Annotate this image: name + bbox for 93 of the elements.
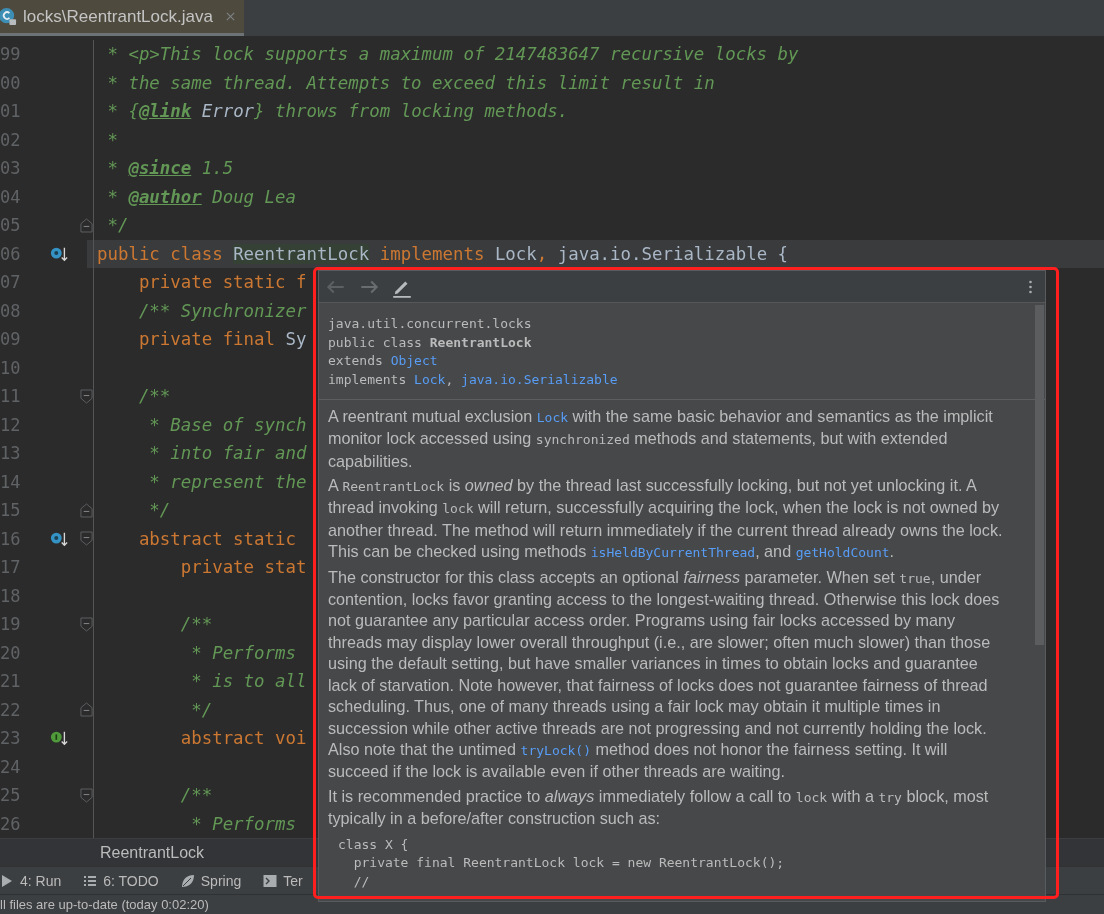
doc-paragraph: A reentrant mutual exclusion Lock with the same basic behavior and semantics as the implicit monitor lock accessed using synchronized methods and statements, but with extended capabilities. [328, 405, 994, 472]
line-number: 17 [0, 557, 22, 578]
doc-link[interactable]: java.io.Serializable [461, 372, 618, 388]
tool-window-button[interactable]: 6: TODO [83, 870, 161, 891]
status-message: ll files are up-to-date (today 0:02:20) [0, 897, 209, 913]
line-number: 20 [0, 642, 22, 663]
doc-link[interactable]: Object [390, 353, 438, 369]
fold-marker-icon[interactable] [80, 702, 93, 718]
doc-paragraph: It is recommended practice to always immediately follow a call to lock with a try block, most typically in a before/after construction such as: [328, 785, 990, 830]
code-example-line: class X { [338, 835, 410, 854]
play-icon [0, 873, 14, 888]
code-line: * [106, 129, 118, 150]
doc-link[interactable]: Lock [536, 409, 569, 425]
line-number: 01 [0, 101, 22, 122]
line-number: 21 [0, 671, 22, 692]
line-number: 14 [0, 471, 22, 492]
code-line: * @since 1.5 [106, 158, 234, 179]
code-line: abstract static [137, 528, 296, 549]
line-number: 00 [0, 72, 22, 93]
fold-marker-icon[interactable] [80, 388, 93, 404]
line-number: 26 [0, 813, 22, 834]
line-number: 06 [0, 243, 22, 264]
class-file-icon [0, 7, 17, 26]
code-line: /** [137, 386, 171, 407]
line-number: 09 [0, 329, 22, 350]
code-line: private stat [179, 557, 307, 578]
doc-link[interactable]: isHeldByCurrentThread [590, 545, 756, 561]
line-number: 04 [0, 186, 22, 207]
code-line: * represent the [148, 471, 307, 492]
line-number: 05 [0, 215, 22, 236]
fold-marker-icon[interactable] [80, 502, 93, 518]
line-number: 19 [0, 614, 22, 635]
line-number: 25 [0, 785, 22, 806]
doc-link[interactable]: getHoldCount [795, 545, 890, 561]
line-number: 99 [0, 44, 22, 65]
code-line: * <p>This lock supports a maximum of 2147483647 recursive locks by [106, 44, 799, 65]
code-line: * Performs [190, 813, 296, 834]
tool-window-button[interactable]: Ter [263, 870, 305, 891]
code-line: private final Sy [137, 329, 307, 350]
more-options-icon[interactable] [1028, 278, 1033, 295]
breadcrumb[interactable]: ReentrantLock [100, 843, 205, 862]
code-line: abstract voi [179, 728, 307, 749]
line-number: 24 [0, 756, 22, 777]
line-number: 13 [0, 443, 22, 464]
line-number: 16 [0, 528, 22, 549]
editor-tab[interactable]: locks\ReentrantLock.java [0, 0, 244, 36]
terminal-icon [263, 873, 278, 888]
line-number: 02 [0, 129, 22, 150]
circle-arrow-icon[interactable] [50, 729, 68, 748]
code-line: public class ReentrantLock implements Lock, java.io.Serializable { [97, 243, 789, 264]
signature-line: java.util.concurrent.locks [328, 315, 533, 333]
code-line: * the same thread. Attempts to exceed this limit result in [106, 72, 715, 93]
code-line: /** [179, 785, 213, 806]
code-line: * {@link Error} throws from locking methods. [106, 101, 569, 122]
fold-marker-icon[interactable] [80, 787, 93, 803]
line-number: 10 [0, 357, 22, 378]
line-number: 18 [0, 585, 22, 606]
line-number: 22 [0, 699, 22, 720]
tool-window-button[interactable]: 4: Run [0, 870, 64, 891]
line-number: 12 [0, 414, 22, 435]
line-number: 08 [0, 300, 22, 321]
code-line: /** Synchronizer [137, 300, 307, 321]
code-line: * Performs [190, 642, 296, 663]
code-line: /** [179, 614, 213, 635]
signature-line: extends Object [328, 352, 439, 371]
line-number: 11 [0, 386, 22, 407]
code-example-line: // [352, 872, 371, 891]
code-line: * @author Doug Lea [106, 186, 296, 207]
doc-paragraph: A ReentrantLock is owned by the thread last successfully locking, but not yet unlocking it. A thread invoking lock will return, successfully acquiring the lock, when the lock is not owned by another thread. The method will return immediately if the current thread already owns the lock. This can be checked using methods isHeldByCurrentThread, and getHoldCount. [328, 475, 1004, 563]
code-line: */ [190, 699, 213, 720]
fold-marker-icon[interactable] [80, 531, 93, 547]
line-number: 03 [0, 158, 22, 179]
fold-marker-icon[interactable] [80, 616, 93, 632]
fold-marker-icon[interactable] [80, 217, 93, 233]
code-line: */ [106, 215, 129, 236]
doc-link[interactable]: tryLock() [520, 742, 592, 758]
list-icon [83, 873, 98, 888]
doc-paragraph: The constructor for this class accepts an optional fairness parameter. When set true, under contention, locks favor granting access to the longest-waiting thread. Otherwise this lock does not guarantee any particular access order. Programs using fair locks accessed by many threads may display lower overall throughput (i.e., are slower; often much slower) than those using the default setting, but have smaller variances in times to obtain locks and guarantee lack of starvation. Note however, that fairness of locks does not guarantee fairness of thread scheduling. Thus, one of many threads using a fair lock may obtain it multiple times in succession while other active threads are not progressing and not currently holding the lock. Also note that the untimed tryLock() method does not honor the fairness setting. It will succeed if the lock is available even if other threads are waiting. [328, 566, 1001, 783]
leaf-icon [180, 873, 195, 888]
signature-line: public class ReentrantLock [328, 333, 533, 352]
close-icon[interactable] [224, 11, 236, 22]
line-number: 23 [0, 728, 22, 749]
line-number: 15 [0, 500, 22, 521]
code-line: * into fair and [148, 443, 307, 464]
code-line: private static f [137, 272, 307, 293]
signature-line: implements Lock, java.io.Serializable [328, 371, 619, 390]
code-line: * is to all [190, 671, 307, 692]
code-line: * Base of synch [148, 414, 307, 435]
tool-window-button[interactable]: Spring [180, 870, 244, 891]
line-number: 07 [0, 272, 22, 293]
code-line: */ [148, 500, 171, 521]
doc-link[interactable]: Lock [414, 372, 446, 388]
code-example-line: private final ReentrantLock lock = new ReentrantLock(); [352, 854, 786, 873]
